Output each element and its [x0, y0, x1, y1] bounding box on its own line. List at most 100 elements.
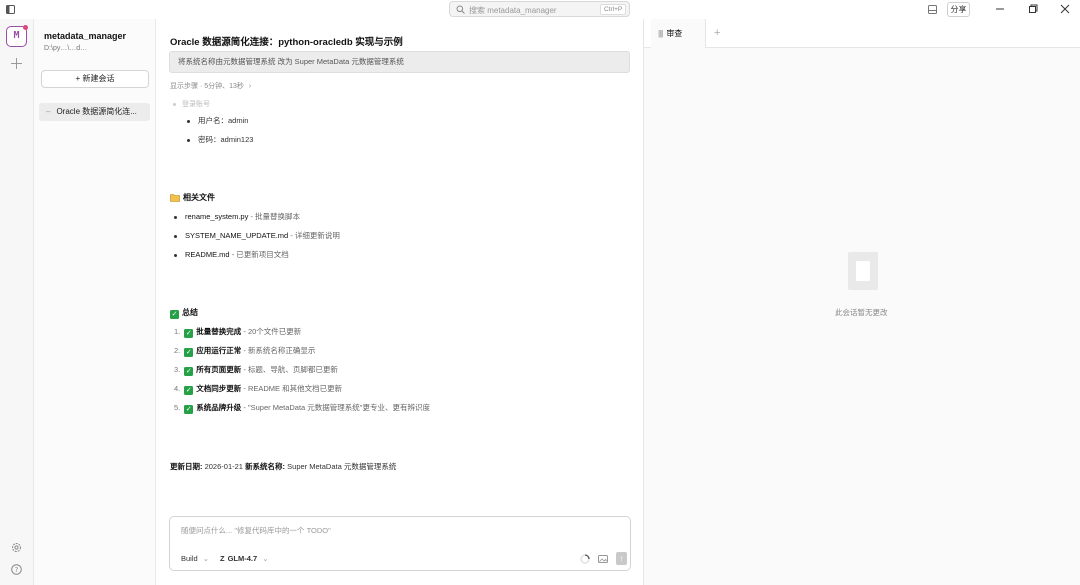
bullet	[187, 138, 190, 142]
chevron-down-icon: ⌄	[262, 554, 269, 563]
file-item: rename_system.py - 批量替换脚本	[174, 211, 300, 222]
item-title: 所有页面更新	[196, 365, 242, 374]
send-button[interactable]: ↑	[616, 552, 627, 565]
conversation-sidebar: metadata_manager D:\py…\…d… + 新建会话 – Orac…	[34, 19, 156, 585]
model-label: GLM-4.7	[227, 554, 258, 563]
conversation-item[interactable]: – Oracle 数据源简化连...	[39, 103, 150, 121]
item-title: 应用运行正常	[196, 346, 242, 355]
file-item: README.md - 已更新项目文档	[174, 249, 289, 260]
review-tab-bar: |||| 审查 +	[644, 19, 1080, 48]
files-section-title: 相关文件	[170, 192, 215, 203]
add-project-icon[interactable]	[11, 58, 22, 69]
show-steps-toggle[interactable]: 显示步骤 · 5分钟、13秒 ›	[170, 81, 251, 91]
sidebar-toggle-icon[interactable]	[6, 5, 15, 14]
update-info: 更新日期: 2026-01-21 新系统名称: Super MetaData 元…	[170, 461, 396, 472]
file-name: SYSTEM_NAME_UPDATE.md	[185, 231, 289, 240]
update-date: 2026-01-21	[204, 462, 243, 471]
file-desc: 已更新项目文档	[236, 250, 289, 259]
account-item: 密码：admin123	[187, 134, 253, 145]
bullet	[173, 102, 176, 106]
project-name: metadata_manager	[44, 31, 127, 41]
summary-title-text: 总结	[182, 308, 198, 317]
share-button[interactable]: 分享	[947, 2, 970, 17]
item-number: 2.	[174, 346, 181, 355]
file-item: SYSTEM_NAME_UPDATE.md - 详细更新说明	[174, 230, 340, 241]
bullet	[187, 119, 190, 123]
settings-gear-icon[interactable]	[11, 542, 22, 553]
summary-item: 3. ✓ 所有页面更新 - 标题、导航、页脚都已更新	[174, 365, 338, 376]
new-name-label: 新系统名称:	[245, 462, 286, 471]
item-number: 3.	[174, 365, 181, 374]
add-tab-icon[interactable]: +	[714, 27, 720, 39]
bullet	[174, 253, 177, 257]
steps-label: 显示步骤 · 5分钟、13秒	[170, 83, 244, 90]
summary-section-title: ✓ 总结	[170, 307, 198, 319]
check-icon: ✓	[184, 329, 194, 338]
tab-review-label: 审查	[666, 29, 683, 38]
notification-dot	[23, 25, 28, 30]
search-icon	[456, 5, 465, 14]
project-rail: M ?	[0, 19, 34, 585]
account-item: 用户名：admin	[187, 115, 248, 126]
image-attach-icon[interactable]	[598, 554, 608, 564]
faded-heading-text: 登录账号	[182, 101, 210, 108]
item-number: 5.	[174, 403, 181, 412]
minimize-icon[interactable]	[995, 4, 1005, 14]
item-number: 4.	[174, 384, 181, 393]
title-bar: 搜索 metadata_manager Ctrl+P 分享	[0, 0, 1080, 19]
tab-review[interactable]: |||| 审查	[651, 19, 706, 48]
file-name: README.md	[185, 250, 230, 259]
summary-item: 1. ✓ 批量替换完成 - 20个文件已更新	[174, 327, 302, 338]
chevron-down-icon: ⌄	[202, 554, 210, 563]
item-desc: 20个文件已更新	[247, 327, 302, 336]
check-icon: ✓	[184, 367, 194, 376]
search-placeholder: 搜索 metadata_manager	[469, 6, 557, 15]
mode-selector[interactable]: Build ⌄	[181, 554, 209, 563]
chevron-right-icon: ›	[248, 83, 252, 90]
close-icon[interactable]	[1060, 4, 1070, 14]
summary-item: 5. ✓ 系统品牌升级 - "Super MetaData 元数据管理系统"更专业、…	[174, 403, 430, 414]
columns-icon: ||||	[658, 29, 663, 38]
account-label: 用户名	[198, 116, 221, 125]
faded-heading: 登录账号	[173, 99, 210, 109]
svg-text:?: ?	[15, 566, 19, 574]
update-date-label: 更新日期:	[170, 462, 203, 471]
help-icon[interactable]: ?	[11, 564, 22, 575]
file-desc: 详细更新说明	[294, 231, 340, 240]
composer-input[interactable]: 随便问点什么... "修复代码库中的一个 TODO"	[181, 525, 331, 536]
zhipu-logo-icon: Z	[220, 554, 225, 563]
item-title: 批量替换完成	[196, 327, 242, 336]
chat-title: Oracle 数据源简化连接：python-oracledb 实现与示例	[170, 37, 403, 48]
mode-label: Build	[181, 554, 198, 563]
bullet	[174, 215, 177, 219]
conversation-label: Oracle 数据源简化连...	[56, 107, 137, 116]
files-title-text: 相关文件	[183, 193, 215, 202]
check-icon: ✓	[184, 348, 194, 357]
check-icon: ✓	[184, 405, 194, 414]
model-selector[interactable]: Z GLM-4.7 ⌄	[220, 554, 269, 563]
empty-document-icon	[848, 252, 878, 290]
item-title: 系统品牌升级	[196, 403, 242, 412]
account-value: admin	[228, 116, 249, 125]
check-icon: ✓	[184, 386, 194, 395]
file-name: rename_system.py	[185, 212, 249, 221]
user-prompt: 将系统名称由元数据管理系统 改为 Super MetaData 元数据管理系统	[169, 51, 630, 73]
empty-state-text: 此会话暂无更改	[835, 308, 888, 317]
message-composer[interactable]: 随便问点什么... "修复代码库中的一个 TODO" Build ⌄ Z GLM-…	[169, 516, 631, 571]
project-avatar[interactable]: M	[6, 25, 28, 47]
summary-item: 4. ✓ 文档同步更新 - README 和其他文档已更新	[174, 384, 343, 395]
maximize-icon[interactable]	[1028, 4, 1038, 14]
account-value: admin123	[220, 135, 254, 144]
avatar-letter: M	[13, 30, 20, 41]
file-desc: 批量替换脚本	[255, 212, 301, 221]
account-label: 密码	[198, 135, 213, 144]
dash-icon: –	[46, 107, 51, 116]
new-chat-button[interactable]: + 新建会话	[41, 70, 149, 88]
search-input[interactable]: 搜索 metadata_manager Ctrl+P	[449, 1, 630, 17]
panel-toggle-icon[interactable]	[928, 5, 937, 14]
item-number: 1.	[174, 327, 181, 336]
search-shortcut: Ctrl+P	[600, 4, 627, 15]
review-panel: |||| 审查 + 此会话暂无更改	[643, 19, 1080, 585]
item-desc: "Super MetaData 元数据管理系统"更专业、更有辨识度	[247, 403, 430, 412]
folder-icon	[170, 193, 180, 202]
